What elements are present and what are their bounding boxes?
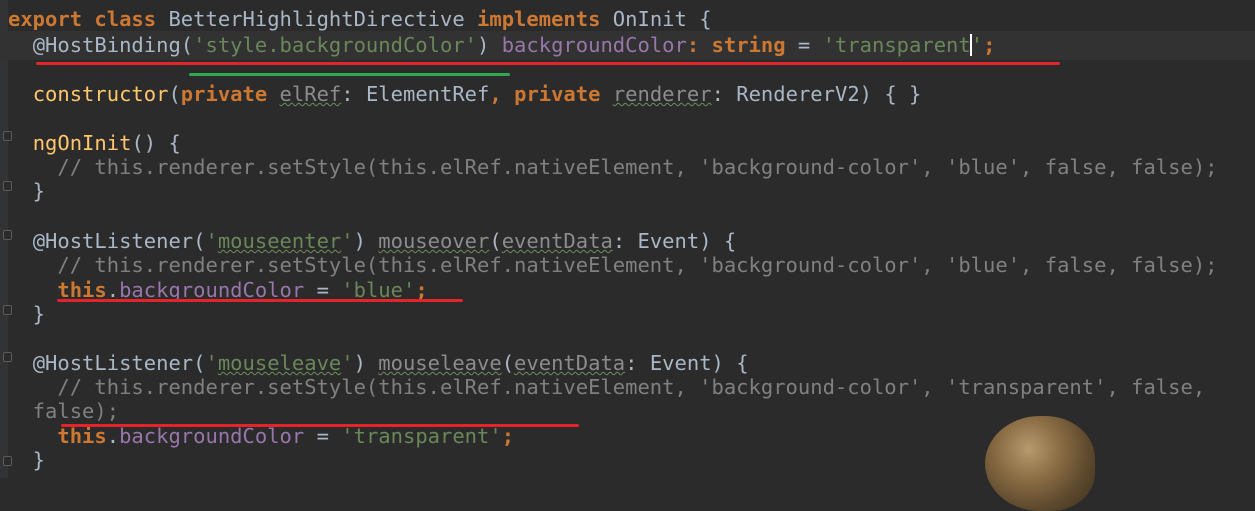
code-line[interactable]: @HostListener('mouseenter') mouseover(ev… (8, 228, 737, 254)
code-token: } (8, 179, 46, 203)
annotation-underline-red (57, 299, 463, 302)
code-token: () { (131, 131, 181, 155)
code-line[interactable]: false); (8, 398, 119, 424)
code-token: renderer (612, 82, 712, 106)
code-token: : (686, 33, 712, 57)
code-editor[interactable]: export class BetterHighlightDirective im… (0, 0, 1255, 511)
code-token: . (106, 424, 120, 448)
fold-marker-icon[interactable] (3, 352, 12, 362)
code-token: : Event) { (612, 229, 737, 253)
fold-marker-icon[interactable] (3, 305, 12, 315)
code-line[interactable]: ngOnInit() { (8, 130, 181, 156)
code-line[interactable]: // this.renderer.setStyle(this.elRef.nat… (8, 154, 1218, 180)
code-line[interactable]: } (8, 301, 45, 327)
code-token: mouseover (378, 229, 490, 253)
code-line[interactable]: // this.renderer.setStyle(this.elRef.nat… (8, 252, 1218, 278)
code-token: ' (341, 351, 354, 375)
code-token: this (57, 424, 107, 448)
code-token: @HostBinding (32, 33, 181, 57)
code-line[interactable]: } (8, 447, 45, 473)
code-token: : RendererV2) { } (711, 82, 922, 106)
annotation-underline-green (189, 73, 510, 76)
code-token: ; (983, 33, 996, 57)
code-token: backgroundColor (501, 33, 687, 57)
code-token: ' (341, 229, 354, 253)
code-token: string (711, 33, 786, 57)
code-token: 'transparent' (341, 424, 502, 448)
code-token: eventData (514, 351, 626, 375)
code-token: private (514, 82, 601, 106)
code-token: @HostListener (32, 229, 194, 253)
code-token: ( (489, 229, 502, 253)
code-token: 'style.backgroundColor' (193, 33, 478, 57)
code-token: = (304, 424, 342, 448)
annotation-underline-red (61, 424, 579, 427)
code-token: } (8, 302, 46, 326)
code-token: : Event) { (625, 351, 749, 375)
code-token: @HostListener (32, 351, 194, 375)
code-token: mouseenter (217, 229, 342, 253)
code-token: elRef (279, 82, 342, 106)
code-token: ' (205, 351, 218, 375)
code-token: ) (353, 351, 379, 375)
fold-marker-icon[interactable] (3, 456, 12, 466)
code-line[interactable]: @HostListener('mouseleave') mouseleave(e… (8, 350, 749, 376)
code-line[interactable]: export class BetterHighlightDirective im… (8, 6, 712, 32)
code-line[interactable]: } (8, 178, 45, 204)
code-token: ngOnInit (32, 131, 132, 155)
code-line[interactable]: @HostBinding('style.backgroundColor') ba… (8, 32, 996, 58)
code-token: , (489, 82, 515, 106)
code-token: ( (168, 82, 181, 106)
fold-marker-icon[interactable] (3, 230, 12, 240)
code-token: ( (193, 229, 206, 253)
code-token: // this.renderer.setStyle(this.elRef.nat… (8, 253, 1218, 277)
fold-marker-icon[interactable] (3, 131, 12, 141)
code-token: : ElementRef (341, 82, 490, 106)
code-token: implements (477, 7, 601, 31)
code-token: class (94, 7, 157, 31)
code-token: = (785, 33, 823, 57)
fold-marker-icon[interactable] (3, 181, 12, 191)
code-line[interactable]: // this.renderer.setStyle(this.elRef.nat… (8, 374, 1205, 400)
code-token: // this.renderer.setStyle(this.elRef.nat… (8, 155, 1218, 179)
code-token: ( (501, 351, 515, 375)
code-token: private (180, 82, 268, 106)
code-token: ) (353, 229, 379, 253)
annotation-underline-red (36, 62, 1060, 65)
code-token: false); (8, 399, 120, 423)
code-token: // this.renderer.setStyle(this.elRef.nat… (8, 375, 1206, 399)
code-token: ) (477, 33, 502, 57)
code-token: eventData (501, 229, 613, 253)
code-token: ( (193, 351, 206, 375)
code-line[interactable]: constructor(private elRef: ElementRef, p… (8, 81, 922, 107)
code-token: OnInit { (600, 7, 712, 31)
code-token: ' (205, 229, 218, 253)
code-token: export (8, 7, 83, 31)
code-token: ' (970, 33, 984, 57)
code-token: mouseleave (378, 351, 502, 375)
code-token: backgroundColor (119, 424, 305, 448)
code-token: ( (180, 33, 194, 57)
code-token: 'transparent (822, 33, 971, 57)
cursor-overlay-blob (985, 416, 1095, 511)
code-token: } (8, 448, 46, 472)
code-token: mouseleave (217, 351, 342, 375)
code-token: ; (501, 424, 515, 448)
code-token: constructor (32, 82, 169, 106)
code-token: BetterHighlightDirective (156, 7, 478, 31)
